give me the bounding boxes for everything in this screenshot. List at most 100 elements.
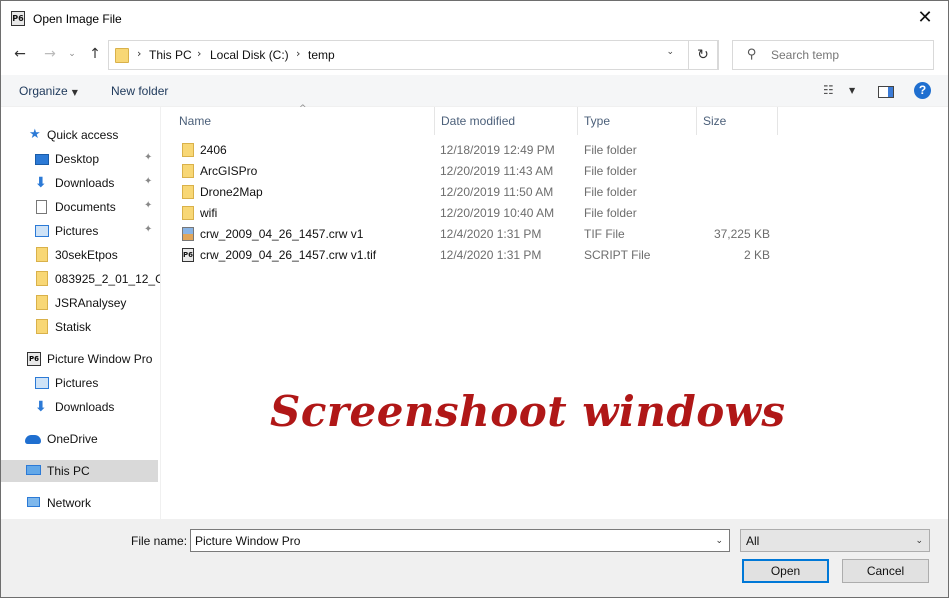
image-file-icon [182, 227, 194, 241]
sidebar-item-label: Pictures [55, 376, 99, 390]
window-title: Open Image File [33, 12, 122, 26]
close-button[interactable]: ✕ [902, 1, 948, 35]
sidebar-item-label: OneDrive [47, 432, 98, 446]
search-box[interactable]: ⚲ [732, 40, 934, 70]
file-row[interactable]: crw_2009_04_26_1457.crw v1 12/4/2020 1:3… [176, 224, 776, 245]
breadcrumb-this-pc[interactable]: This PC [149, 48, 192, 62]
sidebar-item-pwp-downloads[interactable]: ⬇ Downloads [1, 396, 158, 418]
column-header-date-modified[interactable]: Date modified [435, 107, 578, 135]
view-options-caret-icon[interactable]: ▼ [849, 86, 855, 95]
search-input[interactable] [771, 46, 921, 64]
file-type: File folder [584, 143, 637, 157]
organize-button[interactable]: Organize ▼ [19, 84, 78, 98]
download-icon: ⬇ [35, 399, 47, 415]
cancel-button[interactable]: Cancel [842, 559, 929, 583]
navigation-bar: ← → ⌄ ↑ › This PC › Local Disk (C:) › te… [1, 35, 948, 75]
breadcrumb-separator-icon: › [137, 47, 142, 60]
sidebar-item-label: Downloads [55, 400, 115, 414]
open-button[interactable]: Open [742, 559, 829, 583]
sidebar-item-label: Picture Window Pro [47, 352, 153, 366]
picture-window-pro-icon: P6 [27, 352, 41, 366]
folder-icon [36, 295, 48, 310]
sidebar-item-statisk[interactable]: Statisk [1, 316, 158, 338]
sidebar-item-label: JSRAnalysey [55, 296, 127, 310]
breadcrumb-separator-icon: › [197, 47, 202, 60]
file-name-value: Picture Window Pro [195, 534, 301, 548]
file-type: TIF File [584, 227, 625, 241]
refresh-icon[interactable]: ↻ [688, 40, 718, 70]
file-name-field[interactable]: Picture Window Pro ⌄ [190, 529, 730, 552]
file-list: Name ^ Date modified Type Size 2406 12/1… [162, 104, 948, 519]
file-type-filter-select[interactable]: All ⌄ [740, 529, 930, 552]
file-size: 37,225 KB [713, 227, 770, 241]
sidebar-item-network[interactable]: Network [1, 492, 158, 514]
sidebar-item-pwp-pictures[interactable]: Pictures [1, 372, 158, 394]
sidebar-item-quick-access[interactable]: ★ Quick access [1, 124, 158, 146]
file-row[interactable]: 2406 12/18/2019 12:49 PM File folder [176, 140, 776, 161]
column-header-label: Type [584, 114, 611, 128]
file-row[interactable]: wifi 12/20/2019 10:40 AM File folder [176, 203, 776, 224]
picture-window-pro-icon: P6 [11, 11, 25, 26]
sidebar-item-30seketpos[interactable]: 30sekEtpos [1, 244, 158, 266]
file-name: crw_2009_04_26_1457.crw v1 [200, 227, 364, 241]
breadcrumb-local-disk[interactable]: Local Disk (C:) [210, 48, 289, 62]
pin-icon: ✦ [144, 152, 153, 163]
file-name: ArcGISPro [200, 164, 258, 178]
preview-pane-icon[interactable] [878, 86, 894, 98]
organize-label: Organize [19, 84, 68, 98]
breadcrumb-temp[interactable]: temp [308, 48, 335, 62]
help-icon[interactable]: ? [914, 82, 931, 99]
folder-icon [182, 143, 194, 157]
sort-ascending-icon: ^ [299, 104, 307, 114]
file-type: File folder [584, 164, 637, 178]
forward-arrow-icon[interactable]: → [39, 43, 61, 65]
pin-icon: ✦ [144, 200, 153, 211]
file-name-label: File name: [131, 534, 188, 548]
file-name: wifi [200, 206, 218, 220]
file-name: 2406 [200, 143, 227, 157]
pictures-icon [35, 225, 49, 237]
file-row[interactable]: ArcGISPro 12/20/2019 11:43 AM File folde… [176, 161, 776, 182]
column-header-label: Size [703, 114, 727, 128]
sidebar-item-documents[interactable]: Documents ✦ [1, 196, 158, 218]
sidebar-item-this-pc[interactable]: This PC [1, 460, 158, 482]
file-row[interactable]: Drone2Map 12/20/2019 11:50 AM File folde… [176, 182, 776, 203]
folder-icon [36, 271, 48, 286]
column-header-type[interactable]: Type [578, 107, 697, 135]
file-date: 12/20/2019 10:40 AM [440, 206, 555, 220]
column-header-size[interactable]: Size [697, 107, 778, 135]
chevron-down-icon[interactable]: ⌄ [715, 536, 723, 546]
sidebar-item-onedrive[interactable]: OneDrive [1, 428, 158, 450]
column-header-label: Name [179, 114, 212, 128]
sidebar-item-jsranalysey[interactable]: JSRAnalysey [1, 292, 158, 314]
file-name: Drone2Map [200, 185, 263, 199]
file-date: 12/20/2019 11:43 AM [440, 164, 554, 178]
title-bar: P6 Open Image File ✕ [1, 1, 948, 35]
open-image-dialog: P6 Open Image File ✕ ← → ⌄ ↑ › This PC ›… [0, 0, 949, 598]
file-name-panel: File name: Picture Window Pro ⌄ All ⌄ Op… [1, 519, 948, 597]
download-icon: ⬇ [35, 175, 47, 191]
back-arrow-icon[interactable]: ← [9, 43, 31, 65]
sidebar-item-083925[interactable]: 083925_2_01_12_GLC [1, 268, 160, 290]
sidebar-item-desktop[interactable]: Desktop ✦ [1, 148, 158, 170]
command-toolbar: Organize ▼ New folder ☷ ▼ ? [1, 75, 948, 107]
address-history-chevron-icon[interactable]: ⌄ [666, 47, 674, 57]
address-bar[interactable]: › This PC › Local Disk (C:) › temp ⌄ [108, 40, 719, 70]
file-name: crw_2009_04_26_1457.crw v1.tif [200, 248, 377, 262]
chevron-down-icon: ⌄ [915, 536, 923, 546]
sidebar-item-pictures[interactable]: Pictures ✦ [1, 220, 158, 242]
pin-icon: ✦ [144, 176, 153, 187]
folder-icon [182, 206, 194, 220]
folder-icon [36, 247, 48, 262]
view-options-icon[interactable]: ☷ [823, 83, 834, 97]
sidebar-item-label: Documents [55, 200, 116, 214]
sidebar-item-picture-window-pro[interactable]: P6 Picture Window Pro [1, 348, 158, 370]
recent-locations-chevron-icon[interactable]: ⌄ [61, 43, 83, 65]
sidebar-item-label: Desktop [55, 152, 100, 166]
folder-icon [36, 319, 48, 334]
sidebar-item-downloads[interactable]: ⬇ Downloads ✦ [1, 172, 158, 194]
file-row[interactable]: P6 crw_2009_04_26_1457.crw v1.tif 12/4/2… [176, 245, 776, 266]
up-arrow-icon[interactable]: ↑ [84, 43, 106, 65]
new-folder-button[interactable]: New folder [111, 84, 168, 98]
column-header-label: Date modified [441, 114, 516, 128]
